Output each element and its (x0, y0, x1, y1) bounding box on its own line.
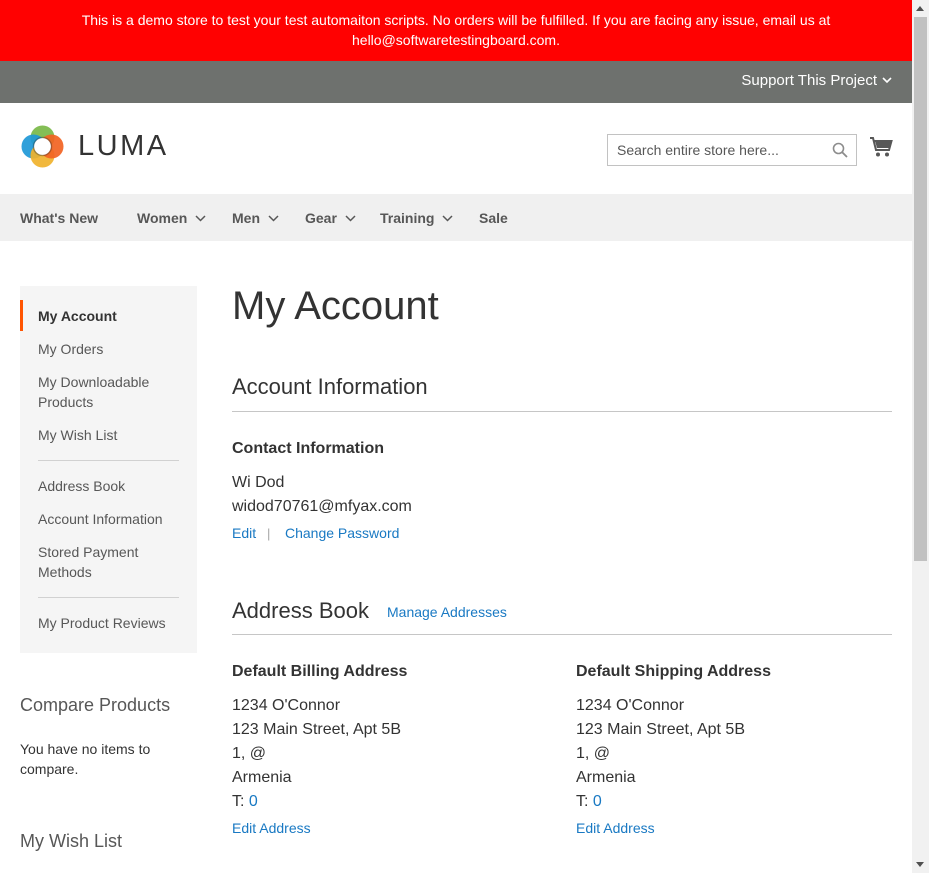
shipping-phone-link[interactable]: 0 (593, 793, 602, 810)
vertical-scrollbar[interactable] (912, 0, 929, 873)
panel-header: Support This Project (0, 61, 912, 103)
phone-prefix: T: (576, 793, 589, 810)
shipping-street: 123 Main Street, Apt 5B (576, 721, 745, 738)
shipping-phone-row: T: 0 (576, 790, 602, 814)
section-divider (232, 634, 892, 635)
sidebar-divider (38, 597, 179, 598)
contact-name: Wi Dod (232, 474, 285, 491)
main-navigation: What's New Women Men Gear Training Sale (0, 194, 912, 241)
demo-notice-line-1: This is a demo store to test your test a… (81, 12, 831, 28)
nav-item-label: Men (232, 210, 260, 226)
nav-item-label: What's New (20, 210, 99, 226)
chevron-down-icon (442, 214, 453, 222)
scroll-down-arrow-icon[interactable] (916, 862, 924, 867)
link-separator: | (267, 526, 271, 541)
demo-notice-banner: This is a demo store to test your test a… (0, 0, 912, 61)
chevron-down-icon (195, 214, 206, 222)
nav-item-label: Sale (479, 210, 508, 226)
account-sidebar: My Account My Orders My Downloadable Pro… (20, 286, 197, 653)
support-project-link[interactable]: Support This Project (741, 72, 892, 89)
nav-item-training[interactable]: Training (380, 210, 453, 226)
wishlist-block-title: My Wish List (20, 831, 123, 851)
support-project-label: Support This Project (741, 72, 877, 89)
phone-prefix: T: (232, 793, 245, 810)
billing-address-title: Default Billing Address (232, 663, 408, 680)
scroll-up-arrow-icon[interactable] (916, 6, 924, 11)
billing-street: 123 Main Street, Apt 5B (232, 721, 401, 738)
shipping-address-title: Default Shipping Address (576, 663, 771, 680)
demo-notice-line-2: hello@softwaretestingboard.com. (352, 32, 560, 48)
nav-item-gear[interactable]: Gear (305, 210, 356, 226)
sidebar-item-my-account[interactable]: My Account (38, 306, 188, 326)
logo[interactable]: LUMA (20, 124, 169, 169)
shipping-name: 1234 O'Connor (576, 697, 685, 714)
chevron-down-icon (882, 77, 892, 84)
change-password-link[interactable]: Change Password (285, 525, 399, 541)
sidebar-item-downloadable-products[interactable]: My Downloadable Products (38, 372, 188, 412)
search-box (607, 134, 857, 166)
manage-addresses-link[interactable]: Manage Addresses (387, 604, 507, 620)
edit-billing-address-link[interactable]: Edit Address (232, 820, 311, 836)
sidebar-item-stored-payment-methods[interactable]: Stored Payment Methods (38, 542, 188, 582)
edit-contact-link[interactable]: Edit (232, 525, 256, 541)
billing-phone-row: T: 0 (232, 790, 258, 814)
nav-item-label: Women (137, 210, 188, 226)
compare-empty-message: You have no items to compare. (20, 741, 151, 777)
sidebar-item-wish-list[interactable]: My Wish List (38, 425, 188, 445)
sidebar-item-my-orders[interactable]: My Orders (38, 339, 188, 359)
sidebar-item-address-book[interactable]: Address Book (38, 476, 188, 496)
billing-phone-link[interactable]: 0 (249, 793, 258, 810)
sidebar-item-account-information[interactable]: Account Information (38, 509, 188, 529)
nav-item-label: Training (380, 210, 435, 226)
sidebar-divider (38, 460, 179, 461)
logo-text: LUMA (78, 130, 169, 162)
active-indicator (20, 300, 23, 331)
shipping-country: Armenia (576, 769, 636, 786)
compare-products-title: Compare Products (20, 695, 171, 715)
nav-item-sale[interactable]: Sale (479, 210, 508, 226)
search-icon[interactable] (832, 142, 848, 158)
page-title: My Account (232, 284, 439, 328)
cart-icon[interactable] (869, 136, 893, 163)
nav-item-whats-new[interactable]: What's New (20, 210, 98, 226)
section-divider (232, 411, 892, 412)
nav-item-men[interactable]: Men (232, 210, 279, 226)
account-information-title: Account Information (232, 374, 428, 399)
billing-name: 1234 O'Connor (232, 697, 341, 714)
contact-email: widod70761@mfyax.com (232, 498, 412, 515)
shipping-city: 1, @ (576, 745, 611, 762)
billing-city: 1, @ (232, 745, 267, 762)
scrollbar-thumb[interactable] (914, 17, 927, 561)
chevron-down-icon (268, 214, 279, 222)
contact-information-title: Contact Information (232, 440, 384, 457)
nav-item-women[interactable]: Women (137, 210, 206, 226)
address-book-title: Address Book (232, 598, 369, 623)
edit-shipping-address-link[interactable]: Edit Address (576, 820, 655, 836)
billing-country: Armenia (232, 769, 292, 786)
sidebar-item-product-reviews[interactable]: My Product Reviews (38, 613, 188, 633)
chevron-down-icon (345, 214, 356, 222)
nav-item-label: Gear (305, 210, 337, 226)
luma-logo-icon (21, 125, 64, 168)
search-input[interactable] (608, 135, 818, 165)
